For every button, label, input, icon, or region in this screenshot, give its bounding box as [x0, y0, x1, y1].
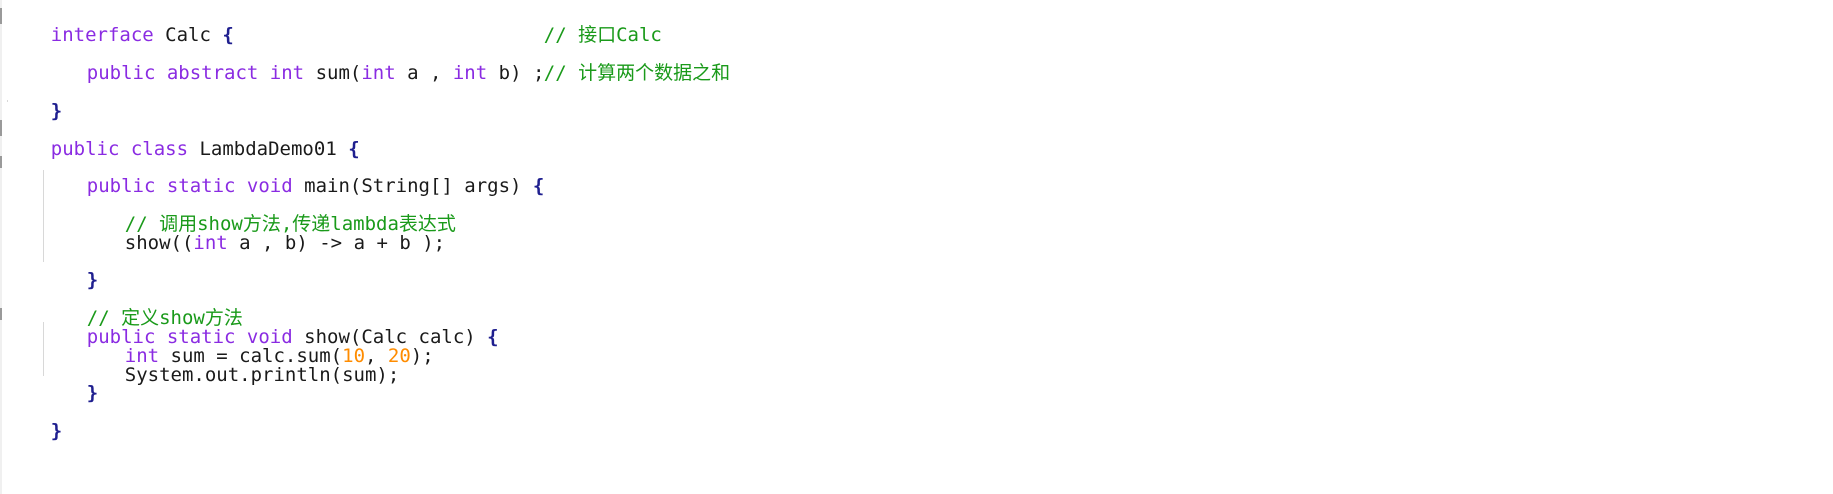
identifier: a , b) -> a + b );: [227, 232, 446, 254]
code-line[interactable]: System.out.println(sum);: [79, 342, 400, 386]
brace: }: [86, 382, 99, 404]
code-line[interactable]: public abstract int sum(int a , int b) ;: [41, 40, 545, 84]
comment: // 计算两个数据之和: [543, 62, 731, 84]
keyword: public: [86, 62, 156, 84]
fold-marker[interactable]: [0, 308, 2, 320]
identifier: a ,: [395, 62, 453, 84]
brace: {: [487, 326, 499, 348]
code-line[interactable]: show((int a , b) -> a + b );: [79, 210, 445, 254]
code-comment: // 接口Calc: [498, 2, 662, 46]
fold-marker[interactable]: [0, 156, 2, 168]
code-line[interactable]: public class LambdaDemo01 {: [5, 116, 360, 160]
type: int: [193, 232, 228, 254]
identifier: sum(: [304, 62, 362, 84]
type: int: [361, 62, 396, 84]
brace: }: [50, 420, 63, 442]
code-comment: // 计算两个数据之和: [498, 40, 730, 84]
identifier: System.out.println(sum);: [124, 364, 400, 386]
fold-marker[interactable]: [0, 8, 2, 24]
code-line[interactable]: }: [5, 398, 62, 442]
code-line[interactable]: public static void main(String[] args) {: [41, 153, 545, 197]
code-line[interactable]: }: [41, 360, 98, 404]
fold-marker[interactable]: [0, 120, 2, 136]
brace: {: [532, 175, 545, 197]
code-line[interactable]: }: [5, 78, 62, 122]
code-editor[interactable]: interface Calc { // 接口Calc public abstra…: [0, 0, 1833, 494]
identifier: );: [410, 345, 434, 367]
editor-gutter: [0, 0, 2, 494]
type: int: [452, 62, 488, 84]
type: int: [258, 62, 305, 84]
code-line[interactable]: interface Calc {: [5, 2, 234, 46]
code-line[interactable]: }: [41, 247, 98, 291]
keyword: abstract: [155, 62, 259, 84]
identifier: show((: [124, 232, 194, 254]
